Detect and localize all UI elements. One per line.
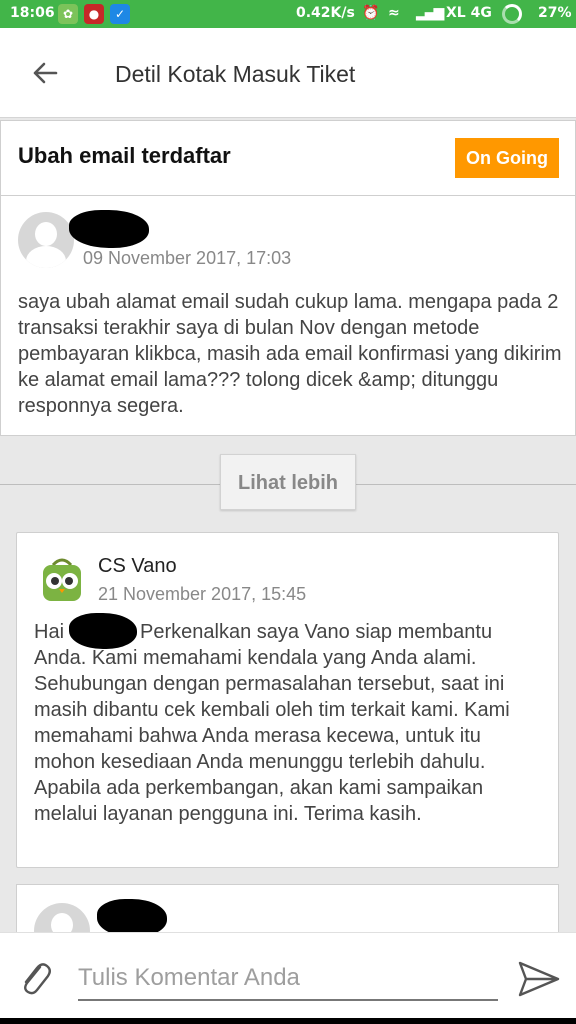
comment-input[interactable] [78,957,498,1001]
message-text: saya ubah alamat email sudah cukup lama.… [18,291,562,417]
battery-ring-icon [502,4,522,24]
status-bar: 18:06 ✿ ● ✓ 0.42K/s ⏰ ≈ ▂▄▆ XL 4G 27% [0,0,576,28]
comment-composer [0,932,576,1024]
message-date: 21 November 2017, 15:45 [98,584,307,604]
network-speed: 0.42K/s [296,5,355,21]
status-time: 18:06 [10,5,55,21]
arrow-left-icon[interactable] [30,58,60,88]
alarm-icon: ⏰ [362,5,380,21]
message-body: Perkenalkan saya Vano siap membantu Anda… [34,621,510,825]
ticket-subject-card: Ubah email terdaftar On Going [0,120,576,196]
message-greeting: Hai [34,621,65,643]
page-title: Detil Kotak Masuk Tiket [115,61,356,87]
red-app-icon: ● [84,4,104,24]
message-text: Hai Perkenalkan saya Vano siap membantu A… [34,619,544,827]
redacted-name [69,210,149,248]
avatar [18,212,74,268]
message-card: 09 November 2017, 17:03 saya ubah alamat… [0,196,576,436]
message-date: 09 November 2017, 17:03 [83,248,292,268]
message-card: CS Vano 21 November 2017, 15:45 Hai Perke… [16,532,559,868]
ticket-subject: Ubah email terdaftar [18,143,231,168]
app-bar: Detil Kotak Masuk Tiket [0,28,576,118]
message-author: CS Vano [98,555,177,577]
leaf-app-icon: ✿ [58,4,78,24]
avatar-head [35,222,57,246]
carrier-label: XL 4G [446,5,492,21]
battery-percent: 27% [538,5,572,21]
wifi-icon: ≈ [388,5,400,21]
tokopedia-owl-icon [43,558,81,601]
load-more-button[interactable]: Lihat lebih [220,454,356,510]
system-nav-strip [0,1018,576,1024]
signal-icon: ▂▄▆ [416,5,444,21]
avatar-body [26,246,66,268]
status-badge: On Going [455,138,559,178]
paperclip-icon[interactable] [18,957,52,997]
send-icon[interactable] [514,955,562,1003]
check-app-icon: ✓ [110,4,130,24]
